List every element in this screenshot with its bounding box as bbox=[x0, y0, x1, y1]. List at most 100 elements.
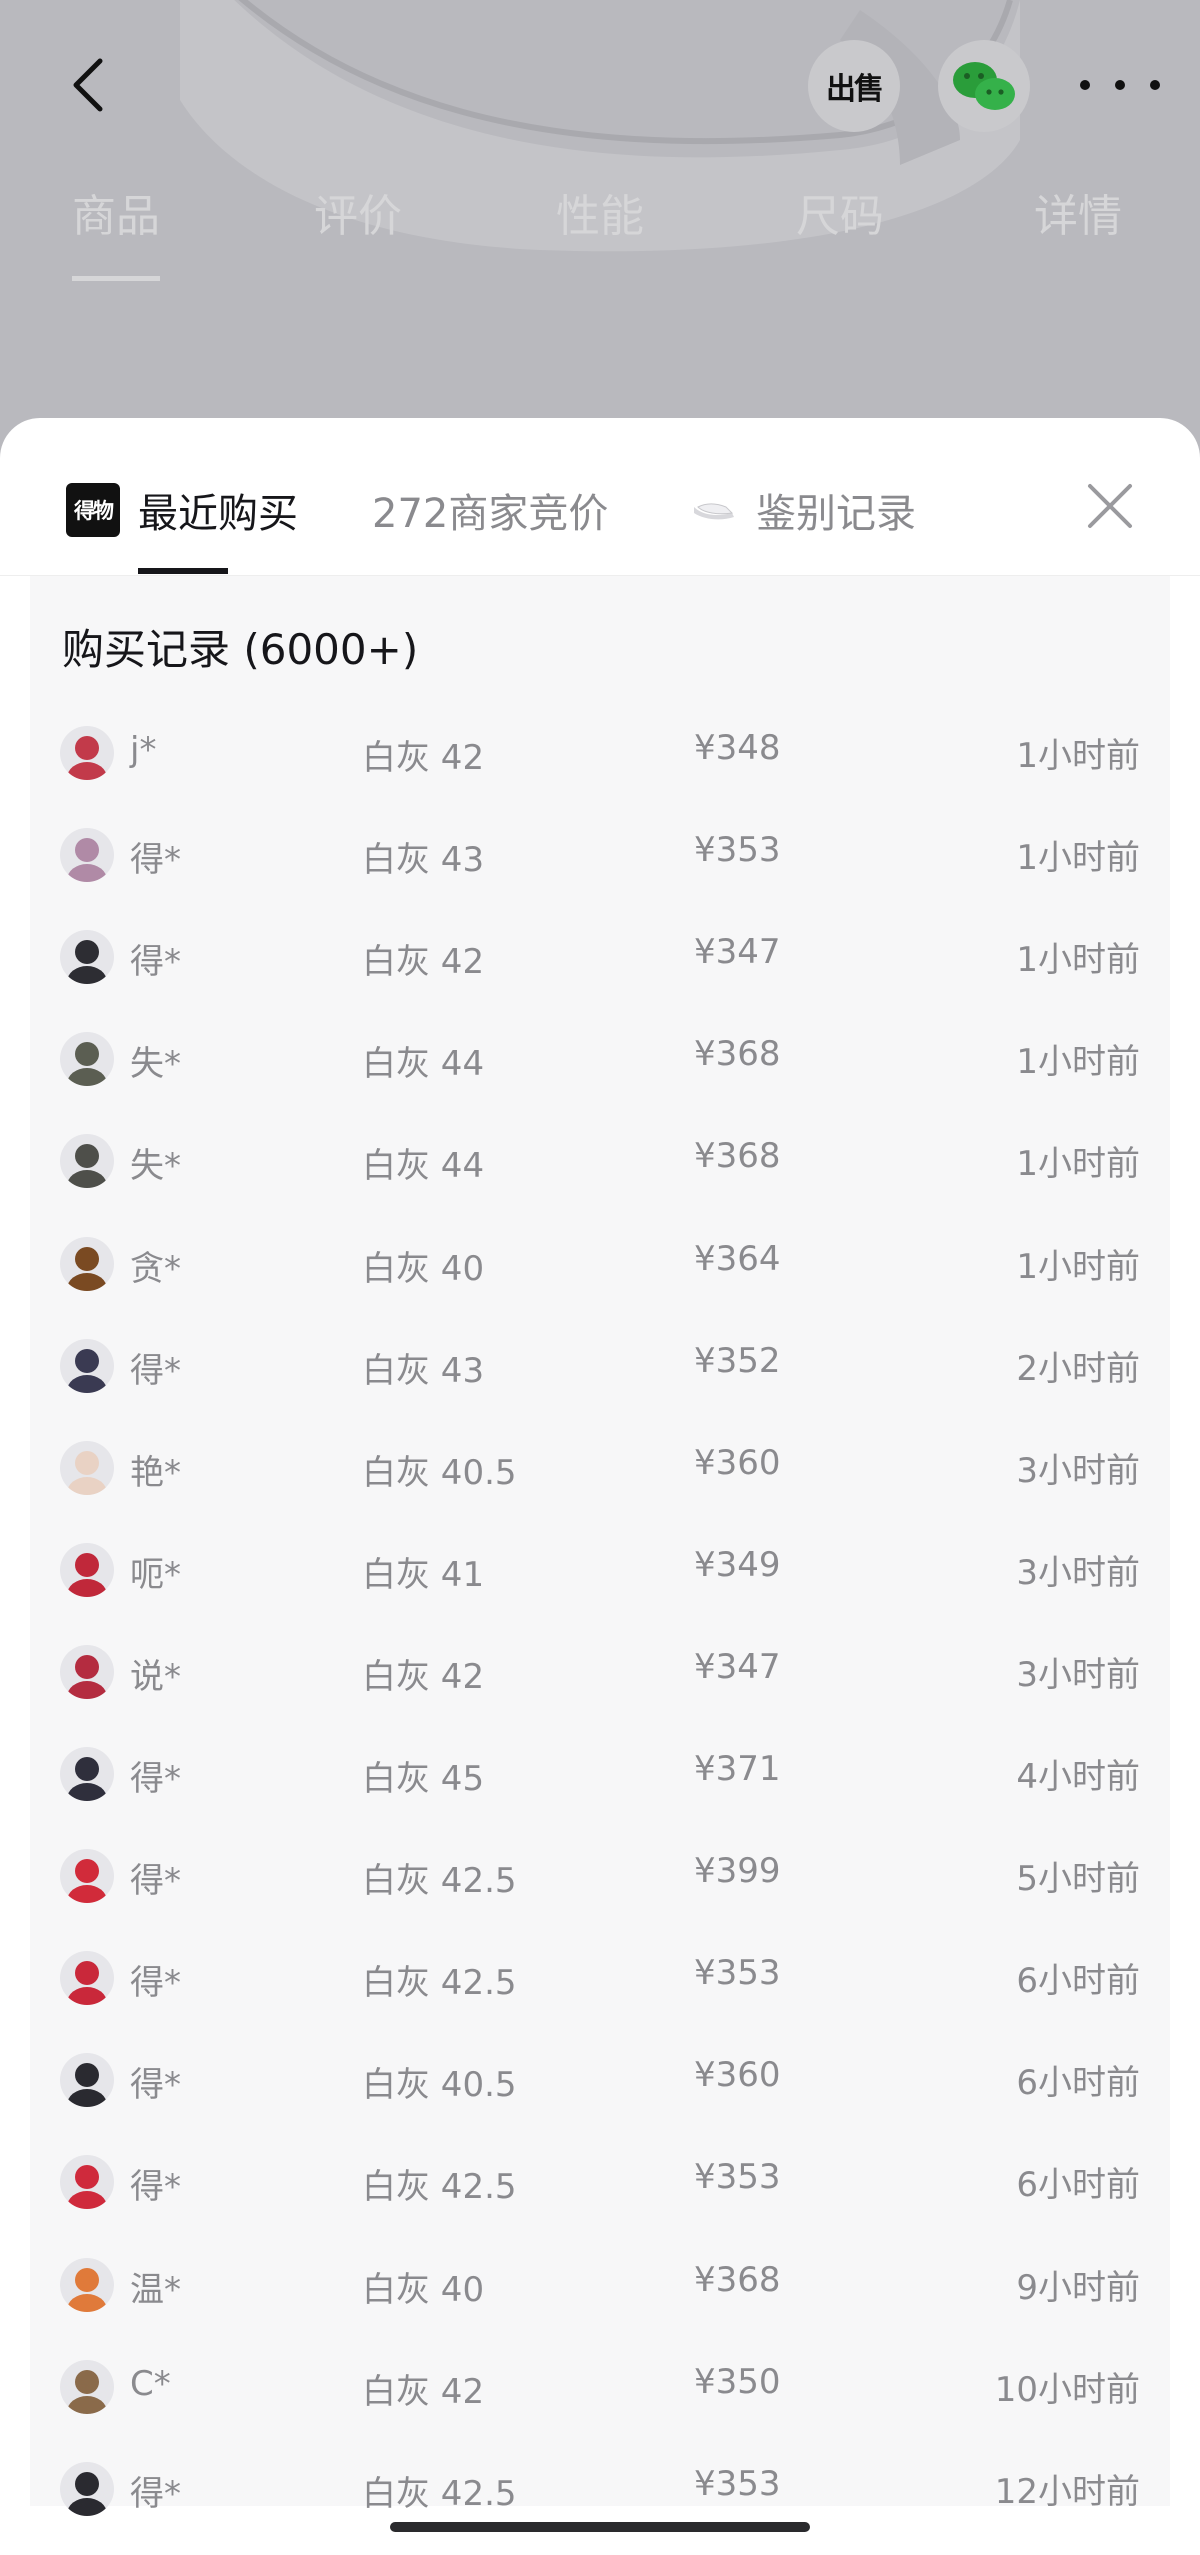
user-avatar bbox=[60, 1644, 114, 1699]
purchase-price: ¥371 bbox=[694, 1749, 781, 1789]
purchased-variant: 白灰 43 bbox=[362, 1350, 485, 1391]
product-tabs: 商品 评价 性能 尺码 详情 bbox=[0, 180, 1200, 281]
purchase-time: 12小时前 bbox=[994, 2471, 1140, 2512]
buyer-name: 得* bbox=[130, 2065, 181, 2106]
user-avatar bbox=[60, 1747, 114, 1801]
purchase-price: ¥347 bbox=[694, 1646, 781, 1687]
home-indicator[interactable] bbox=[390, 2522, 810, 2532]
more-dot bbox=[1080, 80, 1090, 90]
purchase-time: 1小时前 bbox=[1016, 838, 1140, 879]
buyer-name: 失* bbox=[130, 1146, 181, 1187]
buyer-name: 得* bbox=[130, 942, 181, 983]
user-avatar bbox=[60, 1032, 114, 1087]
purchase-time: 1小时前 bbox=[1016, 940, 1140, 981]
purchase-price: ¥353 bbox=[694, 2157, 781, 2198]
back-button[interactable] bbox=[58, 50, 118, 120]
more-dot bbox=[1115, 80, 1125, 90]
buyer-name: 贪* bbox=[130, 1248, 181, 1289]
shoe-thumbnail-icon bbox=[694, 503, 734, 520]
purchase-price: ¥353 bbox=[694, 1953, 781, 1994]
tab-authentication-records[interactable]: 鉴别记录 bbox=[692, 480, 916, 540]
purchased-variant: 白灰 45 bbox=[362, 1759, 485, 1799]
user-avatar bbox=[60, 930, 114, 985]
tab-performance[interactable]: 性能 bbox=[556, 180, 644, 244]
purchase-time: 6小时前 bbox=[1016, 2165, 1140, 2206]
user-avatar bbox=[60, 2359, 114, 2414]
purchase-price: ¥352 bbox=[694, 1340, 781, 1381]
user-avatar bbox=[60, 1849, 114, 1904]
purchase-record-row: 失* 白灰 44 ¥368 1小时前 bbox=[30, 1108, 1170, 1210]
purchased-variant: 白灰 40 bbox=[362, 1248, 485, 1289]
purchase-record-row: 得* 白灰 43 ¥353 1小时前 bbox=[30, 802, 1170, 904]
tab-reviews[interactable]: 评价 bbox=[314, 180, 402, 244]
dewu-logo-icon: 得物 bbox=[66, 483, 120, 537]
purchased-variant: 白灰 40.5 bbox=[362, 2065, 517, 2106]
purchase-price: ¥399 bbox=[694, 1851, 781, 1892]
purchase-record-row: 艳* 白灰 40.5 ¥360 3小时前 bbox=[30, 1415, 1170, 1517]
user-avatar bbox=[60, 1236, 114, 1291]
wechat-share-button[interactable] bbox=[938, 40, 1030, 132]
purchase-time: 6小时前 bbox=[1016, 2063, 1140, 2104]
purchase-price: ¥349 bbox=[694, 1544, 781, 1585]
purchase-record-row: 失* 白灰 44 ¥368 1小时前 bbox=[30, 1006, 1170, 1108]
purchase-time: 4小时前 bbox=[1016, 1757, 1140, 1797]
buyer-name: 温* bbox=[130, 2269, 181, 2310]
purchased-variant: 白灰 42 bbox=[362, 2371, 485, 2412]
purchase-records-panel[interactable]: 购买记录 (6000+) j* 白灰 42 ¥348 1小时前 得* 白灰 43 ¥353 1… bbox=[30, 576, 1170, 2516]
buyer-name: 得* bbox=[130, 2167, 181, 2208]
purchase-record-row: 呃* 白灰 41 ¥349 3小时前 bbox=[30, 1517, 1170, 1619]
purchased-variant: 白灰 42.5 bbox=[362, 1861, 517, 1902]
purchase-time: 3小时前 bbox=[1016, 1552, 1140, 1593]
purchase-time: 10小时前 bbox=[994, 2369, 1140, 2410]
tab-merchant-bids[interactable]: 272商家竞价 bbox=[372, 480, 608, 540]
close-button[interactable] bbox=[1082, 478, 1138, 534]
purchase-price: ¥353 bbox=[694, 830, 781, 871]
purchase-record-row: 贪* 白灰 40 ¥364 1小时前 bbox=[30, 1211, 1170, 1313]
purchase-record-row: 说* 白灰 42 ¥347 3小时前 bbox=[30, 1619, 1170, 1721]
buyer-name: C* bbox=[130, 2363, 171, 2404]
purchase-record-row: 温* 白灰 40 ¥368 9小时前 bbox=[30, 2232, 1170, 2334]
purchase-records-title: 购买记录 (6000+) bbox=[62, 625, 419, 674]
purchase-time: 1小时前 bbox=[1016, 1042, 1140, 1083]
purchase-time: 3小时前 bbox=[1016, 1450, 1140, 1491]
purchase-price: ¥364 bbox=[694, 1238, 781, 1279]
active-tab-indicator bbox=[138, 568, 228, 574]
tab-details[interactable]: 详情 bbox=[1034, 180, 1122, 244]
purchased-variant: 白灰 42 bbox=[362, 1656, 485, 1697]
buyer-name: 艳* bbox=[130, 1452, 181, 1493]
purchase-time: 1小时前 bbox=[1016, 1246, 1140, 1287]
purchased-variant: 白灰 42.5 bbox=[362, 1963, 517, 2004]
user-avatar bbox=[60, 1542, 114, 1597]
wechat-icon bbox=[953, 62, 1015, 110]
user-avatar bbox=[60, 1440, 114, 1495]
buyer-name: 得* bbox=[130, 840, 181, 881]
user-avatar bbox=[60, 1338, 114, 1393]
buyer-name: 得* bbox=[130, 2473, 181, 2514]
purchase-record-row: 得* 白灰 43 ¥352 2小时前 bbox=[30, 1313, 1170, 1415]
tab-recent-purchases[interactable]: 得物 最近购买 bbox=[66, 480, 298, 540]
buyer-name: 说* bbox=[130, 1656, 181, 1697]
purchased-variant: 白灰 44 bbox=[362, 1044, 485, 1085]
more-dot bbox=[1150, 80, 1160, 90]
purchase-time: 1小时前 bbox=[1016, 1144, 1140, 1185]
buyer-name: 得* bbox=[130, 1963, 181, 2004]
purchase-price: ¥347 bbox=[694, 932, 781, 973]
sell-button[interactable]: 出售 bbox=[808, 40, 900, 132]
purchase-price: ¥360 bbox=[694, 2055, 781, 2096]
purchased-variant: 白灰 42 bbox=[362, 738, 485, 778]
purchase-record-row: C* 白灰 42 ¥350 10小时前 bbox=[30, 2334, 1170, 2436]
purchase-time: 3小时前 bbox=[1016, 1654, 1140, 1695]
purchase-record-row: 得* 白灰 40.5 ¥360 6小时前 bbox=[30, 2027, 1170, 2129]
tab-product[interactable]: 商品 bbox=[72, 180, 160, 281]
purchase-time: 2小时前 bbox=[1016, 1348, 1140, 1389]
tab-size[interactable]: 尺码 bbox=[796, 180, 884, 244]
buyer-name: 得* bbox=[130, 1759, 181, 1799]
more-button[interactable] bbox=[1080, 70, 1160, 100]
chevron-left-icon bbox=[73, 58, 103, 112]
purchase-price: ¥348 bbox=[694, 728, 781, 768]
purchased-variant: 白灰 43 bbox=[362, 840, 485, 881]
user-avatar bbox=[60, 2257, 114, 2312]
user-avatar bbox=[60, 2053, 114, 2108]
user-avatar bbox=[60, 2461, 114, 2516]
buyer-name: 得* bbox=[130, 1350, 181, 1391]
